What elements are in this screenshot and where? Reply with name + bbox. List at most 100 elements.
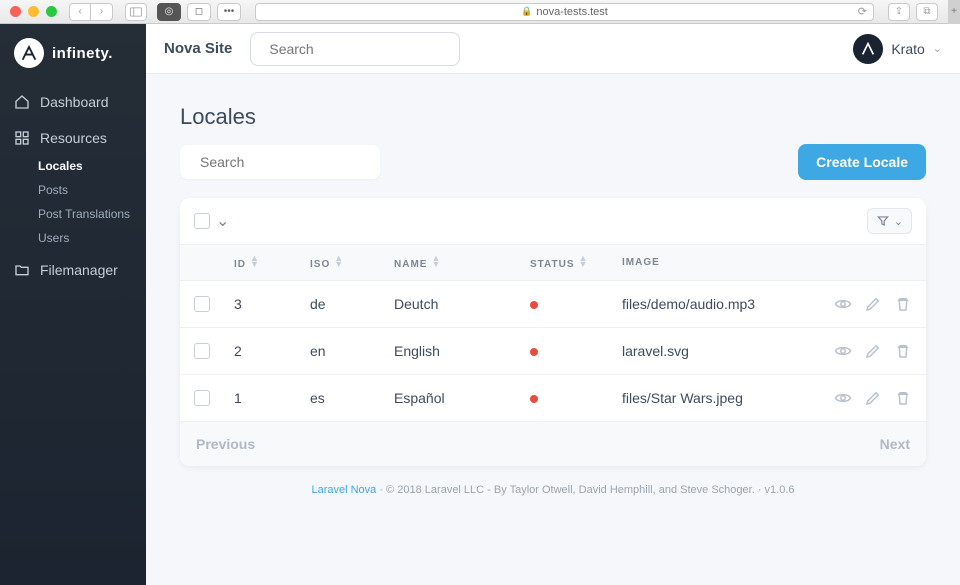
select-all-checkbox[interactable] <box>194 213 210 229</box>
cell-status <box>530 296 622 312</box>
filter-button[interactable]: ⌄ <box>867 208 912 234</box>
view-icon[interactable] <box>834 389 852 407</box>
extension-icon-2[interactable]: ◻ <box>187 3 211 21</box>
view-icon[interactable] <box>834 295 852 313</box>
status-dot-icon <box>530 348 538 356</box>
sidebar-sub-post-translations[interactable]: Post Translations <box>0 202 146 226</box>
create-locale-button[interactable]: Create Locale <box>798 144 926 180</box>
resource-search-input[interactable] <box>200 154 381 170</box>
chevron-down-icon: ⌄ <box>894 215 903 228</box>
brand-logo <box>14 38 44 68</box>
sidebar-sub-locales[interactable]: Locales <box>0 154 146 178</box>
status-dot-icon <box>530 301 538 309</box>
delete-icon[interactable] <box>894 389 912 407</box>
footer-link[interactable]: Laravel Nova <box>311 484 376 496</box>
edit-icon[interactable] <box>864 389 882 407</box>
cell-image: laravel.svg <box>622 343 822 359</box>
extension-icon-3[interactable]: ••• <box>217 3 241 21</box>
extension-icon[interactable]: ◎ <box>157 3 181 21</box>
window-minimize[interactable] <box>28 6 39 17</box>
site-name[interactable]: Nova Site <box>164 40 232 57</box>
global-search[interactable] <box>250 32 460 66</box>
sidebar-item-label: Resources <box>40 130 107 146</box>
main: Nova Site Krato ⌄ Locales Cre <box>146 24 960 585</box>
brand-name: infinety. <box>52 45 113 62</box>
edit-icon[interactable] <box>864 342 882 360</box>
nav-back-button[interactable]: ‹ <box>69 3 91 21</box>
global-search-input[interactable] <box>269 41 450 57</box>
view-icon[interactable] <box>834 342 852 360</box>
table-head: ID▲▼ ISO▲▼ NAME▲▼ STATUS▲▼ IMAGE <box>180 245 926 280</box>
cell-status <box>530 390 622 406</box>
col-header-status[interactable]: STATUS▲▼ <box>530 255 622 270</box>
window-zoom[interactable] <box>46 6 57 17</box>
row-checkbox[interactable] <box>194 390 210 406</box>
nav-forward-button[interactable]: › <box>91 3 113 21</box>
cell-id: 3 <box>234 296 310 312</box>
sidebar-sub-users[interactable]: Users <box>0 226 146 250</box>
sidebar: infinety. Dashboard Resources Locales Po… <box>0 24 146 585</box>
row-checkbox[interactable] <box>194 343 210 359</box>
delete-icon[interactable] <box>894 342 912 360</box>
avatar-icon <box>860 41 876 57</box>
cell-name: Deutch <box>394 296 530 312</box>
sidebar-sub-posts[interactable]: Posts <box>0 178 146 202</box>
pagination-next[interactable]: Next <box>880 436 910 452</box>
address-bar[interactable]: 🔒 nova-tests.test ⟳ <box>255 3 874 21</box>
sidebar-item-label: Filemanager <box>40 262 118 278</box>
cell-name: English <box>394 343 530 359</box>
col-header-id[interactable]: ID▲▼ <box>234 255 310 270</box>
home-icon <box>14 94 30 110</box>
brand[interactable]: infinety. <box>0 24 146 86</box>
topbar: Nova Site Krato ⌄ <box>146 24 960 74</box>
traffic-lights <box>10 6 57 17</box>
user-menu[interactable]: Krato ⌄ <box>853 34 942 64</box>
edit-icon[interactable] <box>864 295 882 313</box>
logo-icon <box>20 44 38 62</box>
pagination: Previous Next <box>180 421 926 466</box>
chevron-down-icon[interactable]: ⌄ <box>216 211 229 231</box>
col-header-iso[interactable]: ISO▲▼ <box>310 255 394 270</box>
table-row: 2enEnglish laravel.svg <box>180 327 926 374</box>
panel-icon <box>130 7 142 17</box>
grid-icon <box>14 130 30 146</box>
sidebar-item-resources[interactable]: Resources <box>0 122 146 154</box>
sidebar-toggle-button[interactable] <box>125 3 147 21</box>
lock-icon: 🔒 <box>521 6 532 17</box>
table-row: 3deDeutch files/demo/audio.mp3 <box>180 280 926 327</box>
footer: Laravel Nova · © 2018 Laravel LLC - By T… <box>180 466 926 514</box>
footer-version: v1.0.6 <box>765 484 795 496</box>
user-name: Krato <box>891 41 924 57</box>
col-header-name[interactable]: NAME▲▼ <box>394 255 530 270</box>
col-header-image: IMAGE <box>622 257 822 268</box>
url-text: nova-tests.test <box>536 6 608 18</box>
refresh-icon[interactable]: ⟳ <box>858 5 867 18</box>
cell-status <box>530 343 622 359</box>
filter-icon <box>876 214 890 228</box>
sidebar-item-filemanager[interactable]: Filemanager <box>0 254 146 286</box>
chevron-down-icon: ⌄ <box>933 42 942 55</box>
footer-copyright: © 2018 Laravel LLC - By Taylor Otwell, D… <box>386 484 755 496</box>
row-checkbox[interactable] <box>194 296 210 312</box>
new-tab-button[interactable]: + <box>948 0 960 24</box>
browser-chrome: ‹ › ◎ ◻ ••• 🔒 nova-tests.test ⟳ ⇪ ⧉ + <box>0 0 960 24</box>
delete-icon[interactable] <box>894 295 912 313</box>
folder-icon <box>14 262 30 278</box>
cell-iso: en <box>310 343 394 359</box>
resource-table-card: ⌄ ⌄ ID▲▼ ISO▲▼ NAME▲▼ STATUS▲▼ IMAGE 3de… <box>180 198 926 466</box>
window-close[interactable] <box>10 6 21 17</box>
tabs-button[interactable]: ⧉ <box>916 3 938 21</box>
status-dot-icon <box>530 395 538 403</box>
avatar <box>853 34 883 64</box>
cell-name: Español <box>394 390 530 406</box>
pagination-prev[interactable]: Previous <box>196 436 255 452</box>
cell-id: 2 <box>234 343 310 359</box>
cell-image: files/demo/audio.mp3 <box>622 296 822 312</box>
sidebar-item-dashboard[interactable]: Dashboard <box>0 86 146 118</box>
cell-image: files/Star Wars.jpeg <box>622 390 822 406</box>
resource-search[interactable] <box>180 145 380 179</box>
cell-id: 1 <box>234 390 310 406</box>
table-row: 1esEspañolfiles/Star Wars.jpeg <box>180 374 926 421</box>
cell-iso: de <box>310 296 394 312</box>
share-button[interactable]: ⇪ <box>888 3 910 21</box>
